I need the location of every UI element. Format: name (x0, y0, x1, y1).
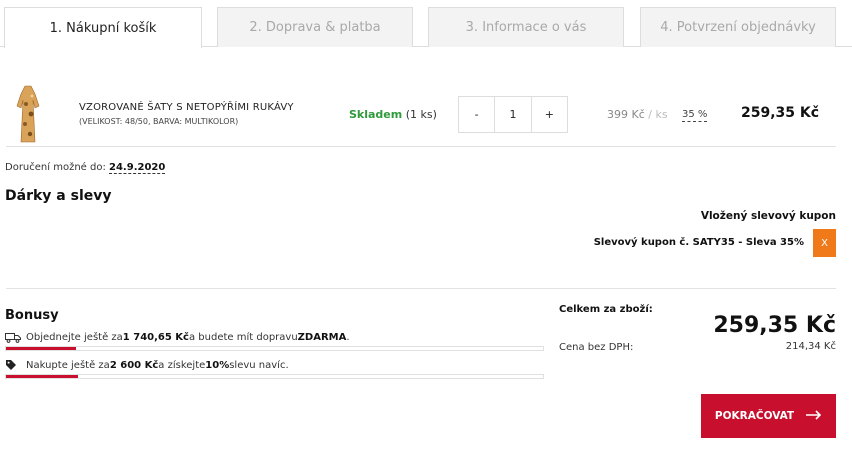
unit-per: / ks (648, 108, 668, 121)
delivery-date[interactable]: 24.9.2020 (109, 162, 166, 174)
bonus-text: slevu navíc. (229, 359, 289, 371)
progress-fill (6, 375, 79, 378)
line-total: 259,35 Kč (741, 105, 820, 121)
price-without-vat-label: Cena bez DPH: (559, 342, 634, 353)
stock-status: Skladem (1 ks) (349, 108, 437, 121)
step-customer-info[interactable]: 3. Informace o vás (428, 7, 624, 47)
stock-label: Skladem (349, 108, 403, 121)
bonus-reward: ZDARMA (297, 331, 347, 343)
extra-discount-progress (5, 374, 544, 379)
bonus-text: a získejte (158, 359, 206, 371)
coupon-title: Vložený slevový kupon (700, 210, 836, 222)
progress-fill (6, 347, 76, 350)
bonus-text: Objednejte ještě za (26, 331, 123, 343)
delivery-estimate: Doručení možné do: 24.9.2020 (5, 162, 166, 174)
tag-icon (5, 359, 21, 371)
continue-button[interactable]: POKRAČOVAT (701, 394, 836, 438)
product-name[interactable]: VZOROVANÉ ŠATY S NETOPÝŘÍMI RUKÁVY (79, 102, 294, 113)
bonus-amount: 1 740,65 Kč (122, 331, 189, 343)
continue-label: POKRAČOVAT (714, 410, 795, 422)
qty-decrease-button[interactable]: - (459, 97, 494, 132)
step-shipping-payment[interactable]: 2. Doprava & platba (217, 7, 413, 47)
bonus-amount: 2 600 Kč (109, 359, 159, 371)
bonus-extra-discount: Nakupte ještě za 2 600 Kč a získejte 10%… (5, 359, 289, 371)
bonus-text: . (346, 331, 350, 343)
gifts-title: Dárky a slevy (5, 188, 112, 204)
bonus-text: a budete mít dopravu (188, 331, 298, 343)
unit-price-value: 399 Kč (607, 108, 645, 121)
qty-input[interactable]: 1 (494, 97, 530, 132)
divider (6, 146, 836, 147)
bonus-text: Nakupte ještě za (26, 359, 110, 371)
free-shipping-progress (5, 346, 544, 351)
truck-icon (5, 331, 21, 343)
qty-increase-button[interactable]: + (530, 97, 567, 132)
product-variant: (VELIKOST: 48/50, BARVA: MULTIKOLOR) (79, 117, 239, 126)
delivery-label: Doručení možné do: (5, 162, 106, 173)
price-without-vat-value: 214,34 Kč (785, 341, 836, 352)
remove-coupon-button[interactable]: X (813, 229, 836, 257)
summary-label: Celkem za zboží: (559, 304, 653, 315)
step-order-confirmation[interactable]: 4. Potvrzení objednávky (640, 7, 836, 47)
arrow-right-icon (806, 409, 822, 423)
coupon-text: Slevový kupon č. SATY35 - Sleva 35% (593, 237, 804, 248)
product-thumbnail[interactable] (16, 84, 40, 144)
step-cart[interactable]: 1. Nákupní košík (4, 7, 202, 48)
discount-percent[interactable]: 35 % (682, 108, 708, 122)
summary-total: 259,35 Kč (713, 313, 836, 338)
divider (6, 288, 836, 289)
stock-qty: (1 ks) (405, 108, 437, 121)
checkout-steps: 1. Nákupní košík 2. Doprava & platba 3. … (0, 0, 852, 48)
quantity-stepper: - 1 + (458, 96, 568, 133)
unit-price: 399 Kč / ks (607, 108, 668, 121)
bonus-reward: 10% (205, 359, 230, 371)
bonuses-title: Bonusy (5, 308, 59, 323)
bonus-free-shipping: Objednejte ještě za 1 740,65 Kč a budete… (5, 331, 350, 343)
